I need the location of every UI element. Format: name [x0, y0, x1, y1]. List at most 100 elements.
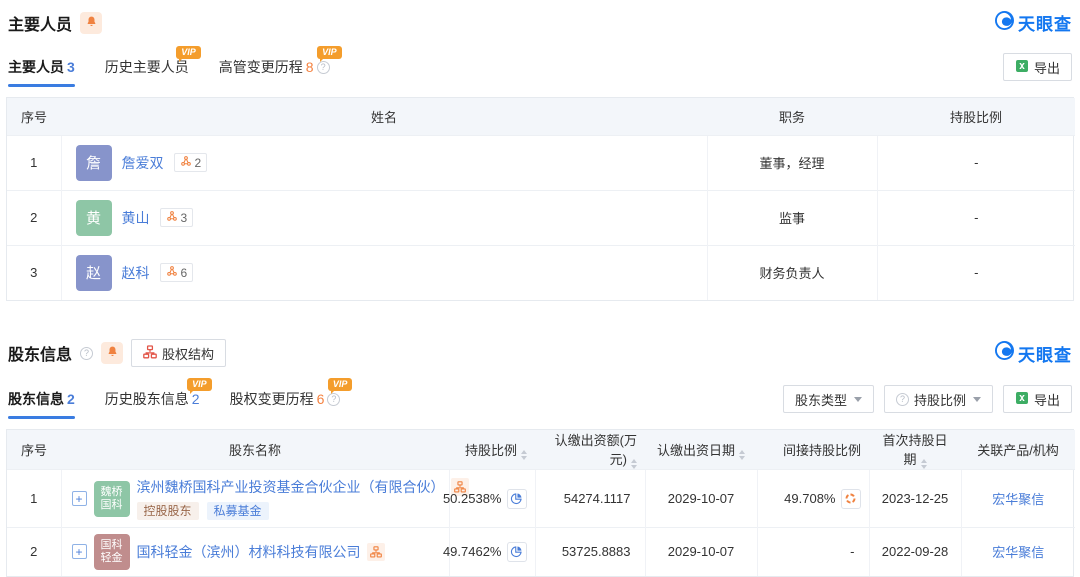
avatar: 国科 轻金: [94, 534, 130, 570]
tab-shareholders[interactable]: 股东信息2: [8, 389, 75, 419]
sort-icon: [521, 450, 527, 460]
related-product-link[interactable]: 宏华聚信: [992, 545, 1044, 560]
col-related-products: 关联产品/机构: [961, 430, 1075, 470]
table-row: 2 黄 黄山 3 监事 -: [7, 190, 1075, 245]
chevron-down-icon: [973, 397, 981, 402]
equity-structure-icon[interactable]: [367, 543, 385, 561]
col-ratio-sortable[interactable]: 持股比例: [449, 430, 535, 470]
col-no: 序号: [7, 98, 61, 135]
table-row: 3 赵 赵科 6 财务负责人 -: [7, 245, 1075, 300]
col-shareholder-name: 股东名称: [61, 430, 449, 470]
person-name-link[interactable]: 詹爱双: [122, 153, 164, 173]
row-position: 董事，经理: [707, 135, 877, 190]
relation-graph-badge[interactable]: 3: [160, 208, 194, 227]
tag-private-fund: 私募基金: [207, 502, 269, 520]
row-amount: 53725.8883: [535, 528, 645, 576]
help-icon[interactable]: ?: [80, 347, 93, 360]
person-name-link[interactable]: 黄山: [122, 208, 150, 228]
row-first-date: 2023-12-25: [869, 470, 961, 528]
tab-history-shareholders[interactable]: 历史股东信息2 VIP: [105, 389, 200, 419]
shareholder-name-link[interactable]: 滨州魏桥国科产业投资基金合伙企业（有限合伙）: [137, 477, 445, 497]
tab-executive-changes[interactable]: 高管变更历程8 ? VIP: [219, 57, 330, 87]
tab-count: 6: [317, 391, 325, 407]
key-personnel-header: 主要人员 天眼查: [6, 0, 1074, 37]
tianyancha-logo-icon: [995, 341, 1014, 365]
tab-equity-changes[interactable]: 股权变更历程6 ? VIP: [230, 389, 341, 419]
shareholders-title: 股东信息: [8, 341, 72, 365]
row-no: 2: [7, 528, 61, 576]
ratio-filter[interactable]: ? 持股比例: [884, 385, 993, 413]
avatar: 魏桥 国科: [94, 481, 130, 517]
tab-count: 2: [67, 391, 75, 407]
person-name-link[interactable]: 赵科: [122, 263, 150, 283]
sort-icon: [631, 459, 637, 469]
row-position: 监事: [707, 190, 877, 245]
shareholders-toolbar: 股东类型 ? 持股比例 导出: [783, 385, 1072, 419]
bell-icon: [106, 345, 119, 361]
row-position: 财务负责人: [707, 245, 877, 300]
pie-chart-icon[interactable]: [507, 542, 527, 562]
row-ratio: -: [877, 190, 1075, 245]
tab-history-personnel[interactable]: 历史主要人员 VIP: [105, 57, 189, 87]
tianyancha-logo: 天眼查: [995, 10, 1072, 35]
expand-button[interactable]: +: [72, 544, 87, 559]
network-graph-icon: [166, 265, 178, 280]
export-button[interactable]: 导出: [1003, 385, 1072, 413]
export-button[interactable]: 导出: [1003, 53, 1072, 81]
key-personnel-title: 主要人员: [8, 11, 72, 35]
org-chart-icon: [143, 345, 157, 362]
subscribe-bell-button[interactable]: [80, 12, 102, 34]
col-no: 序号: [7, 430, 61, 470]
tab-count: 3: [67, 59, 75, 75]
shareholders-section: 股东信息 ? 股权结构 天眼查: [6, 329, 1074, 577]
vip-badge: VIP: [187, 378, 212, 391]
col-indirect: 间接持股比例: [757, 430, 869, 470]
vip-badge: VIP: [328, 378, 353, 391]
row-amount: 54274.1117: [535, 470, 645, 528]
equity-structure-button[interactable]: 股权结构: [131, 339, 226, 367]
tag-controlling-shareholder: 控股股东: [137, 502, 199, 520]
key-personnel-tabs-row: 主要人员3 历史主要人员 VIP 高管变更历程8 ? VIP 导出: [6, 37, 1074, 87]
network-graph-icon: [166, 210, 178, 225]
shareholders-tabs-row: 股东信息2 历史股东信息2 VIP 股权变更历程6 ? VIP 股东类型: [6, 369, 1074, 419]
table-row: 1 詹 詹爱双 2 董事，经理 -: [7, 135, 1075, 190]
key-personnel-table: 序号 姓名 职务 持股比例 1 詹 詹爱双: [6, 97, 1074, 301]
tianyancha-logo-text: 天眼查: [1018, 341, 1072, 366]
sort-icon: [739, 450, 745, 460]
col-first-date-sortable[interactable]: 首次持股日期: [869, 430, 961, 470]
row-ratio: -: [877, 245, 1075, 300]
related-product-link[interactable]: 宏华聚信: [992, 492, 1044, 507]
pie-chart-icon[interactable]: [507, 489, 527, 509]
row-no: 1: [7, 135, 61, 190]
subscribe-bell-button[interactable]: [101, 342, 123, 364]
key-personnel-toolbar: 导出: [1003, 53, 1072, 87]
col-name: 姓名: [61, 98, 707, 135]
shareholder-type-filter[interactable]: 股东类型: [783, 385, 874, 413]
help-icon: ?: [896, 393, 909, 406]
tab-key-personnel[interactable]: 主要人员3: [8, 57, 75, 87]
key-personnel-section: 主要人员 天眼查 主要人员3 历史主要人员 VIP: [6, 0, 1074, 301]
col-amount-sortable[interactable]: 认缴出资额(万元): [535, 430, 645, 470]
shareholders-header: 股东信息 ? 股权结构 天眼查: [6, 329, 1074, 369]
relation-graph-badge[interactable]: 6: [160, 263, 194, 282]
avatar: 赵: [76, 255, 112, 291]
relation-graph-badge[interactable]: 2: [174, 153, 208, 172]
row-date: 2029-10-07: [645, 470, 757, 528]
col-ratio: 持股比例: [877, 98, 1075, 135]
shareholders-table: 序号 股东名称 持股比例 认缴出资额(万元) 认缴出资日期 间接持股比例 首次持…: [6, 429, 1074, 577]
help-icon[interactable]: ?: [327, 393, 340, 406]
tab-count: 8: [306, 59, 314, 75]
row-no: 3: [7, 245, 61, 300]
col-position: 职务: [707, 98, 877, 135]
expand-button[interactable]: +: [72, 491, 87, 506]
table-header-row: 序号 姓名 职务 持股比例: [7, 98, 1075, 135]
row-no: 1: [7, 470, 61, 528]
row-ratio: -: [877, 135, 1075, 190]
row-no: 2: [7, 190, 61, 245]
penetration-icon[interactable]: [841, 489, 861, 509]
help-icon[interactable]: ?: [317, 61, 330, 74]
row-ratio: 50.2538%: [443, 491, 502, 506]
col-date-sortable[interactable]: 认缴出资日期: [645, 430, 757, 470]
row-date: 2029-10-07: [645, 528, 757, 576]
shareholder-name-link[interactable]: 国科轻金（滨州）材料科技有限公司: [137, 542, 361, 562]
